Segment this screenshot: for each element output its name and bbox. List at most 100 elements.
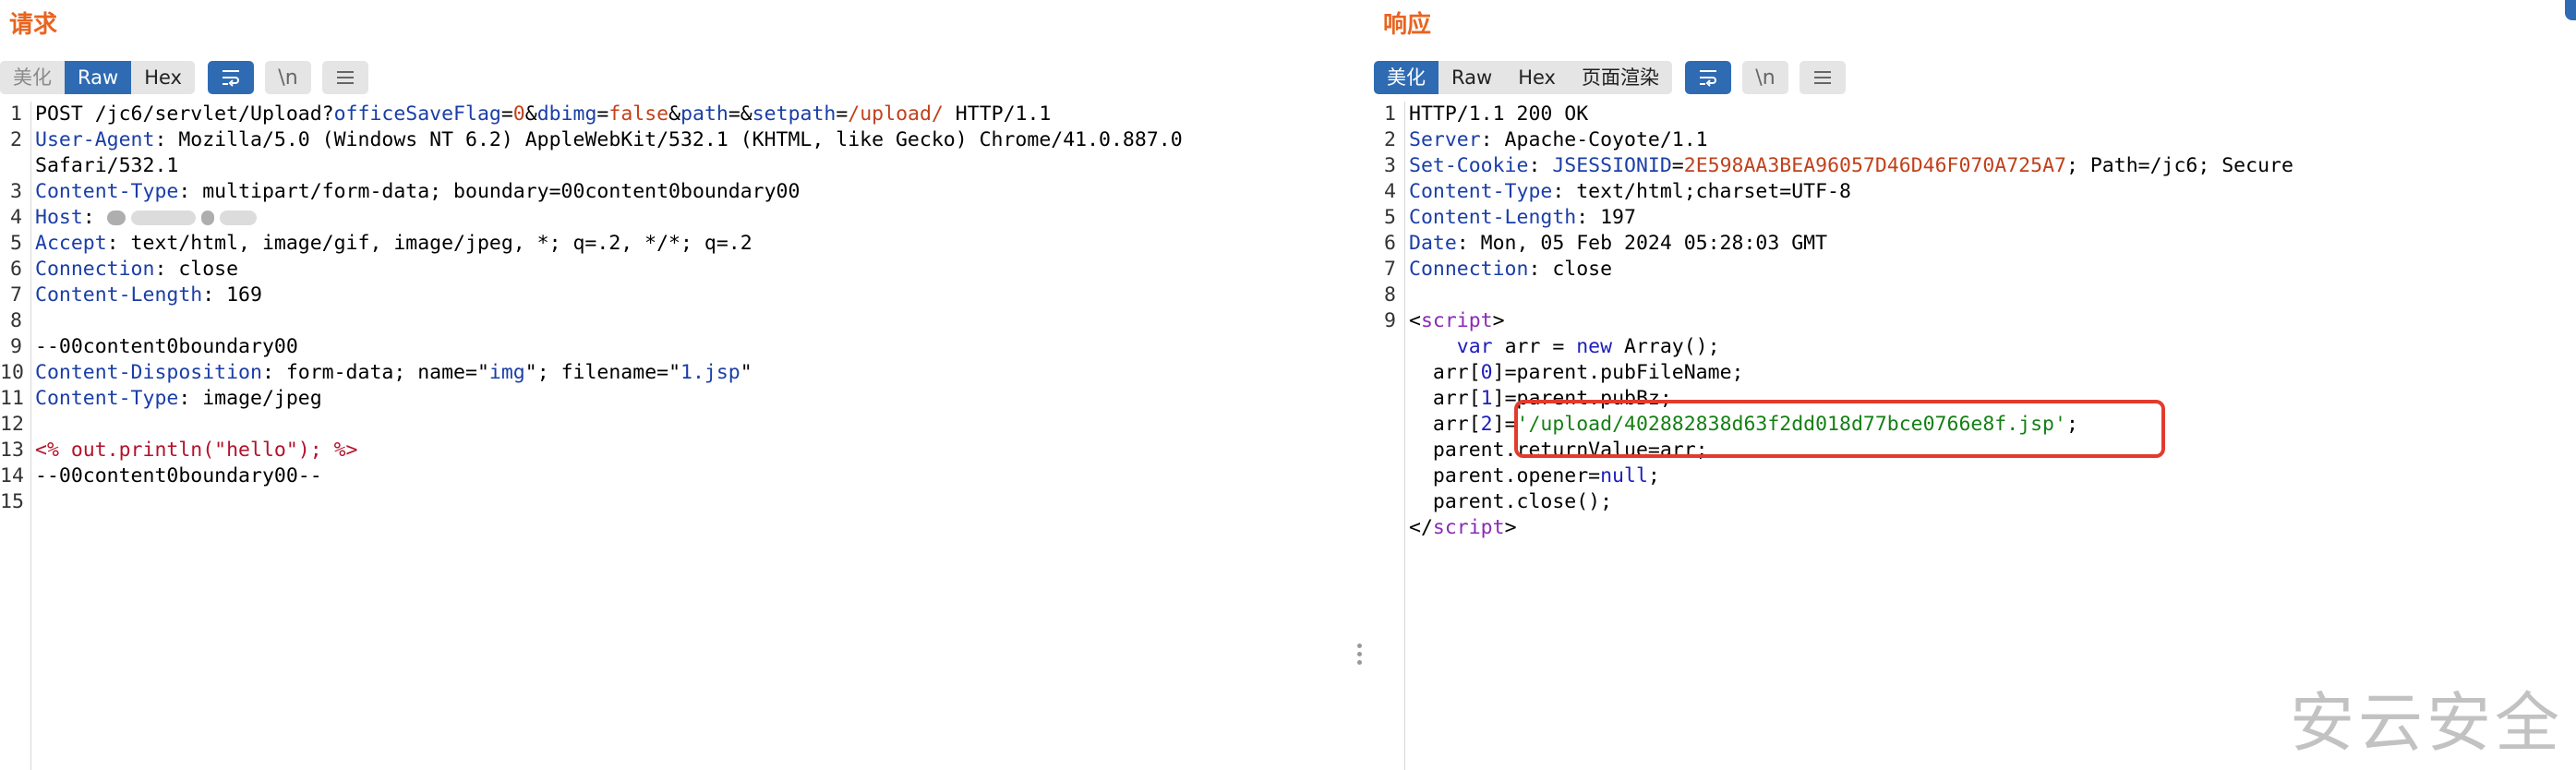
- code-text: Content-Length: 169: [35, 283, 1339, 308]
- code-line: 4 Content-Type: text/html;charset=UTF-8: [1374, 179, 2576, 205]
- code-token: 0: [1480, 361, 1493, 384]
- code-token: >: [1504, 516, 1517, 539]
- code-token: Connection: [1409, 258, 1529, 281]
- request-view-tabs: 美化 Raw Hex: [0, 61, 195, 94]
- code-token: <: [1409, 309, 1421, 332]
- code-line: parent.close();: [1374, 489, 2576, 515]
- code-line: 3 Set-Cookie: JSESSIONID=2E598AA3BEA96057…: [1374, 153, 2576, 179]
- code-token: ]=parent.pubFileName;: [1492, 361, 1744, 384]
- code-text: Host:: [35, 205, 1339, 231]
- code-token: 1.jsp: [680, 361, 740, 384]
- code-line: </script>: [1374, 515, 2576, 541]
- code-text: User-Agent: Mozilla/5.0 (Windows NT 6.2)…: [35, 127, 1339, 153]
- line-number: 4: [10, 206, 22, 229]
- code-text: --00content0boundary00: [35, 334, 1339, 360]
- line-number: 5: [1384, 206, 1396, 229]
- code-line: 7 Connection: close: [1374, 257, 2576, 283]
- line-number: 7: [10, 283, 22, 307]
- code-text: <% out.println("hello"); %>: [35, 438, 1339, 463]
- code-token: --00content0boundary00: [35, 335, 298, 358]
- code-token: =: [1671, 154, 1684, 177]
- code-text: Content-Disposition: form-data; name="im…: [35, 360, 1339, 386]
- code-line: 2 User-Agent: Mozilla/5.0 (Windows NT 6.2…: [0, 127, 1339, 153]
- code-text: Content-Type: text/html;charset=UTF-8: [1409, 179, 2576, 205]
- code-token: path: [680, 102, 728, 126]
- tab-request-0[interactable]: 美化: [0, 61, 65, 94]
- request-editor[interactable]: 1 POST /jc6/servlet/Upload?officeSaveFlag…: [0, 102, 1339, 770]
- highlight-annotation-box: [1514, 400, 2165, 458]
- tab-response-1[interactable]: Raw: [1438, 61, 1506, 94]
- code-token: Content-Type: [1409, 180, 1553, 203]
- code-text: parent.opener=null;: [1409, 463, 2576, 489]
- response-view-tabs: 美化 Raw Hex 页面渲染: [1374, 61, 1672, 94]
- code-token: 0: [512, 102, 525, 126]
- request-toolbar: 美化 Raw Hex \n: [0, 61, 368, 94]
- code-token: arr[: [1409, 387, 1481, 410]
- code-line: 5 Content-Length: 197: [1374, 205, 2576, 231]
- code-token: : Mozilla/5.0 (Windows NT 6.2) AppleWebK…: [154, 128, 1183, 151]
- line-number: 2: [10, 128, 22, 151]
- tab-response-2[interactable]: Hex: [1505, 61, 1569, 94]
- code-text: Connection: close: [1409, 257, 2576, 283]
- tab-response-3[interactable]: 页面渲染: [1568, 61, 1672, 94]
- code-token: POST /jc6/servlet/Upload?: [35, 102, 334, 126]
- line-number: 4: [1384, 180, 1396, 203]
- code-text: Content-Type: multipart/form-data; bound…: [35, 179, 1339, 205]
- line-number: 9: [10, 335, 22, 358]
- code-token: arr[: [1409, 413, 1481, 436]
- code-token: false: [608, 102, 669, 126]
- code-token: officeSaveFlag: [333, 102, 501, 126]
- code-token: : 197: [1576, 206, 1636, 229]
- code-token: Content-Type: [35, 180, 179, 203]
- code-line: var arr = new Array();: [1374, 334, 2576, 360]
- newline-toggle-button[interactable]: \n: [264, 61, 311, 94]
- code-token: >: [1492, 309, 1505, 332]
- code-token: img: [488, 361, 525, 384]
- code-line: 9 --00content0boundary00: [0, 334, 1339, 360]
- watermark: 安云安全: [2290, 685, 2563, 761]
- code-token: : close: [154, 258, 239, 281]
- code-token: : Apache-Coyote/1.1: [1480, 128, 1708, 151]
- code-line: 6 Connection: close: [0, 257, 1339, 283]
- redacted-host: [106, 206, 262, 229]
- line-number: 1: [10, 102, 22, 126]
- response-pane: 响应 美化 Raw Hex 页面渲染 \n 1 HTTP/1.1 200 OK 2 Serv…: [1374, 0, 2576, 770]
- code-token: Content-Type: [35, 387, 179, 410]
- line-number: 11: [0, 387, 24, 410]
- tab-request-2[interactable]: Hex: [131, 61, 195, 94]
- request-pane: 请求 美化 Raw Hex \n 1 POST /jc6/servlet/Upload…: [0, 0, 1339, 770]
- code-text: Server: Apache-Coyote/1.1: [1409, 127, 2576, 153]
- code-text: parent.close();: [1409, 489, 2576, 515]
- code-text: Date: Mon, 05 Feb 2024 05:28:03 GMT: [1409, 231, 2576, 257]
- code-line: 13 <% out.println("hello"); %>: [0, 438, 1339, 463]
- code-token: : Mon, 05 Feb 2024 05:28:03 GMT: [1456, 232, 1828, 255]
- wrap-lines-icon[interactable]: [207, 61, 254, 94]
- code-line: 8: [1374, 283, 2576, 308]
- code-token: Host: [35, 206, 83, 229]
- code-token: : text/html, image/gif, image/jpeg, *; q…: [106, 232, 752, 255]
- code-token: parent.opener=: [1409, 464, 1601, 487]
- response-toolbar: 美化 Raw Hex 页面渲染 \n: [1374, 61, 1846, 94]
- code-token: Connection: [35, 258, 155, 281]
- code-token: <% out.println("hello"); %>: [35, 439, 358, 462]
- code-token: JSESSIONID: [1552, 154, 1672, 177]
- code-token: 2: [1480, 413, 1493, 436]
- wrap-lines-icon[interactable]: [1684, 61, 1731, 94]
- code-line: 14 --00content0boundary00--: [0, 463, 1339, 489]
- newline-toggle-button[interactable]: \n: [1741, 61, 1788, 94]
- menu-icon[interactable]: [321, 61, 368, 94]
- tab-request-1[interactable]: Raw: [65, 61, 132, 94]
- menu-icon[interactable]: [1799, 61, 1846, 94]
- line-number: 6: [1384, 232, 1396, 255]
- line-number: 12: [0, 413, 24, 436]
- code-line: 5 Accept: text/html, image/gif, image/jpe…: [0, 231, 1339, 257]
- code-token: ; Path=/jc6; Secure: [2065, 154, 2293, 177]
- pane-splitter-handle[interactable]: [1355, 644, 1363, 668]
- code-token: ;: [1647, 464, 1660, 487]
- code-line: 10 Content-Disposition: form-data; name="…: [0, 360, 1339, 386]
- code-token: </: [1409, 516, 1433, 539]
- tab-response-0[interactable]: 美化: [1374, 61, 1438, 94]
- code-line: 8: [0, 308, 1339, 334]
- scroll-indicator: [2565, 0, 2576, 20]
